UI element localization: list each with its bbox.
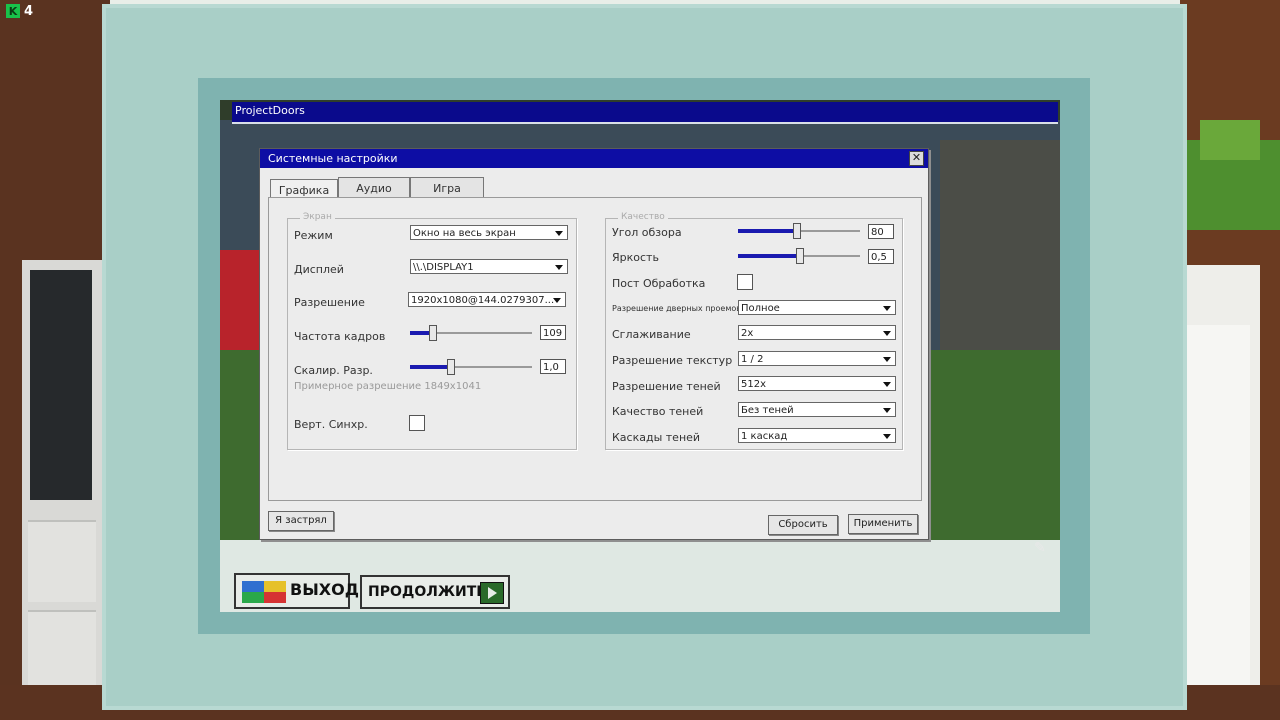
texture-resolution-value: 1 / 2	[741, 354, 764, 365]
brightness-slider[interactable]	[738, 248, 860, 264]
chevron-down-icon	[553, 298, 561, 303]
resolution-value: 1920x1080@144.0279307...	[411, 295, 555, 306]
slider-thumb[interactable]	[429, 325, 437, 341]
doorway-resolution-dropdown[interactable]: Полное	[738, 300, 896, 315]
exit-button[interactable]: ВЫХОД	[234, 573, 359, 609]
play-icon	[480, 582, 504, 604]
shadow-quality-value: Без теней	[741, 405, 794, 416]
resolution-label: Разрешение	[294, 296, 365, 309]
mode-dropdown[interactable]: Окно на весь экран	[410, 225, 568, 240]
shadow-resolution-dropdown[interactable]: 512x	[738, 376, 896, 391]
counter-value: 4	[24, 3, 34, 19]
framerate-label: Частота кадров	[294, 330, 386, 343]
render-scale-slider[interactable]	[410, 359, 532, 375]
app-title: ProjectDoors	[235, 104, 305, 117]
quality-group: Качество Угол обзора 80 Яркость 0,5 Пост…	[605, 212, 903, 450]
chevron-down-icon	[883, 331, 891, 336]
doorway-resolution-value: Полное	[741, 303, 780, 314]
texture-resolution-dropdown[interactable]: 1 / 2	[738, 351, 896, 366]
postprocess-checkbox[interactable]	[737, 274, 753, 290]
fov-slider[interactable]	[738, 223, 860, 239]
shadow-resolution-label: Разрешение теней	[612, 380, 721, 393]
doorway-resolution-label: Разрешение дверных проемов	[612, 304, 741, 313]
fov-label: Угол обзора	[612, 226, 682, 239]
resolution-dropdown[interactable]: 1920x1080@144.0279307...	[408, 292, 566, 307]
shadow-cascades-dropdown[interactable]: 1 каскад	[738, 428, 896, 443]
approx-resolution-text: Примерное разрешение 1849x1041	[294, 381, 482, 392]
quality-group-legend: Качество	[618, 212, 668, 222]
chevron-down-icon	[883, 306, 891, 311]
feather-icon: ✎	[1034, 540, 1046, 556]
overlay-counter: K 4	[6, 2, 33, 20]
tab-game[interactable]: Игра	[410, 177, 484, 199]
antialiasing-dropdown[interactable]: 2x	[738, 325, 896, 340]
shadow-cascades-value: 1 каскад	[741, 431, 788, 442]
continue-button[interactable]: ПРОДОЛЖИТЬ	[360, 575, 510, 609]
chevron-down-icon	[883, 382, 891, 387]
graphics-panel: Экран Режим Окно на весь экран Дисплей \…	[268, 197, 922, 501]
display-dropdown[interactable]: \\.\DISPLAY1	[410, 259, 568, 274]
chevron-down-icon	[883, 408, 891, 413]
slider-thumb[interactable]	[793, 223, 801, 239]
antialiasing-label: Сглаживание	[612, 328, 691, 341]
windows-logo-icon	[242, 581, 286, 603]
vsync-checkbox[interactable]	[409, 415, 425, 431]
screen-group: Экран Режим Окно на весь экран Дисплей \…	[287, 212, 577, 450]
texture-resolution-label: Разрешение текстур	[612, 354, 733, 367]
shadow-resolution-value: 512x	[741, 379, 767, 390]
chevron-down-icon	[555, 265, 563, 270]
chevron-down-icon	[883, 357, 891, 362]
settings-dialog: Системные настройки ✕ Графика Аудио Игра…	[259, 148, 929, 540]
display-label: Дисплей	[294, 263, 344, 276]
background-cabinet	[22, 260, 102, 700]
slider-thumb[interactable]	[796, 248, 804, 264]
brightness-input[interactable]: 0,5	[868, 249, 894, 264]
tab-audio[interactable]: Аудио	[338, 177, 410, 199]
shadow-quality-dropdown[interactable]: Без теней	[738, 402, 896, 417]
dialog-titlebar[interactable]: Системные настройки ✕	[260, 149, 928, 168]
exit-label: ВЫХОД	[290, 580, 359, 599]
display-value: \\.\DISPLAY1	[413, 262, 474, 273]
mode-label: Режим	[294, 229, 333, 242]
shadow-cascades-label: Каскады теней	[612, 431, 701, 444]
mode-value: Окно на весь экран	[413, 228, 516, 239]
stuck-button[interactable]: Я застрял	[268, 511, 334, 531]
fov-input[interactable]: 80	[868, 224, 894, 239]
close-button[interactable]: ✕	[909, 151, 924, 166]
postprocess-label: Пост Обработка	[612, 277, 706, 290]
render-scale-label: Скалир. Разр.	[294, 364, 373, 377]
reset-button[interactable]: Сбросить	[768, 515, 838, 535]
dialog-title: Системные настройки	[268, 152, 398, 165]
continue-label: ПРОДОЛЖИТЬ	[368, 584, 487, 600]
vsync-label: Верт. Синхр.	[294, 418, 368, 431]
apply-button[interactable]: Применить	[848, 514, 918, 534]
brightness-label: Яркость	[612, 251, 659, 264]
k-logo-icon: K	[6, 4, 20, 18]
framerate-input[interactable]: 109	[540, 325, 566, 340]
render-scale-input[interactable]: 1,0	[540, 359, 566, 374]
antialiasing-value: 2x	[741, 328, 754, 339]
slider-thumb[interactable]	[447, 359, 455, 375]
app-titlebar: ProjectDoors	[232, 102, 1058, 124]
framerate-slider[interactable]	[410, 325, 532, 341]
chevron-down-icon	[555, 231, 563, 236]
screen-group-legend: Экран	[300, 212, 335, 222]
shadow-quality-label: Качество теней	[612, 405, 704, 418]
chevron-down-icon	[883, 434, 891, 439]
